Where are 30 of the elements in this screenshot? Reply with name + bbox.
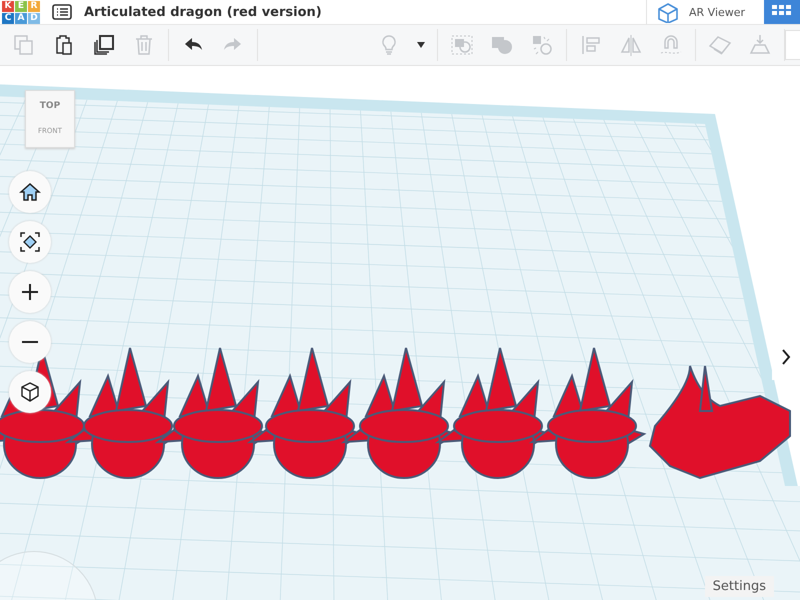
logo-letter: K	[2, 0, 14, 12]
logo[interactable]: K E R C A D	[2, 0, 40, 24]
home-icon	[19, 181, 41, 203]
logo-letter: C	[2, 12, 14, 24]
workplane-icon	[708, 34, 732, 56]
chevron-right-icon	[781, 348, 791, 366]
cube-icon	[19, 381, 41, 403]
minus-icon	[20, 340, 40, 344]
merged-shapes-icon	[490, 34, 514, 56]
caret-icon	[416, 41, 426, 49]
design-title[interactable]: Articulated dragon (red version)	[84, 4, 322, 20]
duplicate-icon	[93, 34, 115, 56]
trash-icon	[133, 34, 155, 56]
copy-icon	[13, 34, 35, 56]
fit-view-icon	[19, 231, 41, 253]
settings-button[interactable]: Settings	[704, 576, 774, 597]
logo-letter: E	[15, 0, 27, 12]
magnet-icon	[659, 34, 683, 56]
list-icon[interactable]	[52, 4, 72, 20]
logo-letter: A	[15, 12, 27, 24]
apps-grid-button[interactable]	[764, 0, 800, 24]
plus-icon	[20, 282, 40, 302]
logo-letter: R	[28, 0, 40, 12]
drop-to-plane-icon	[748, 34, 772, 56]
cube-face-label: TOP	[40, 101, 60, 111]
logo-letter: D	[28, 12, 40, 24]
mirror-icon	[619, 34, 643, 56]
group-icon	[450, 34, 474, 56]
align-icon	[580, 34, 602, 56]
ungroup-icon	[530, 34, 554, 56]
